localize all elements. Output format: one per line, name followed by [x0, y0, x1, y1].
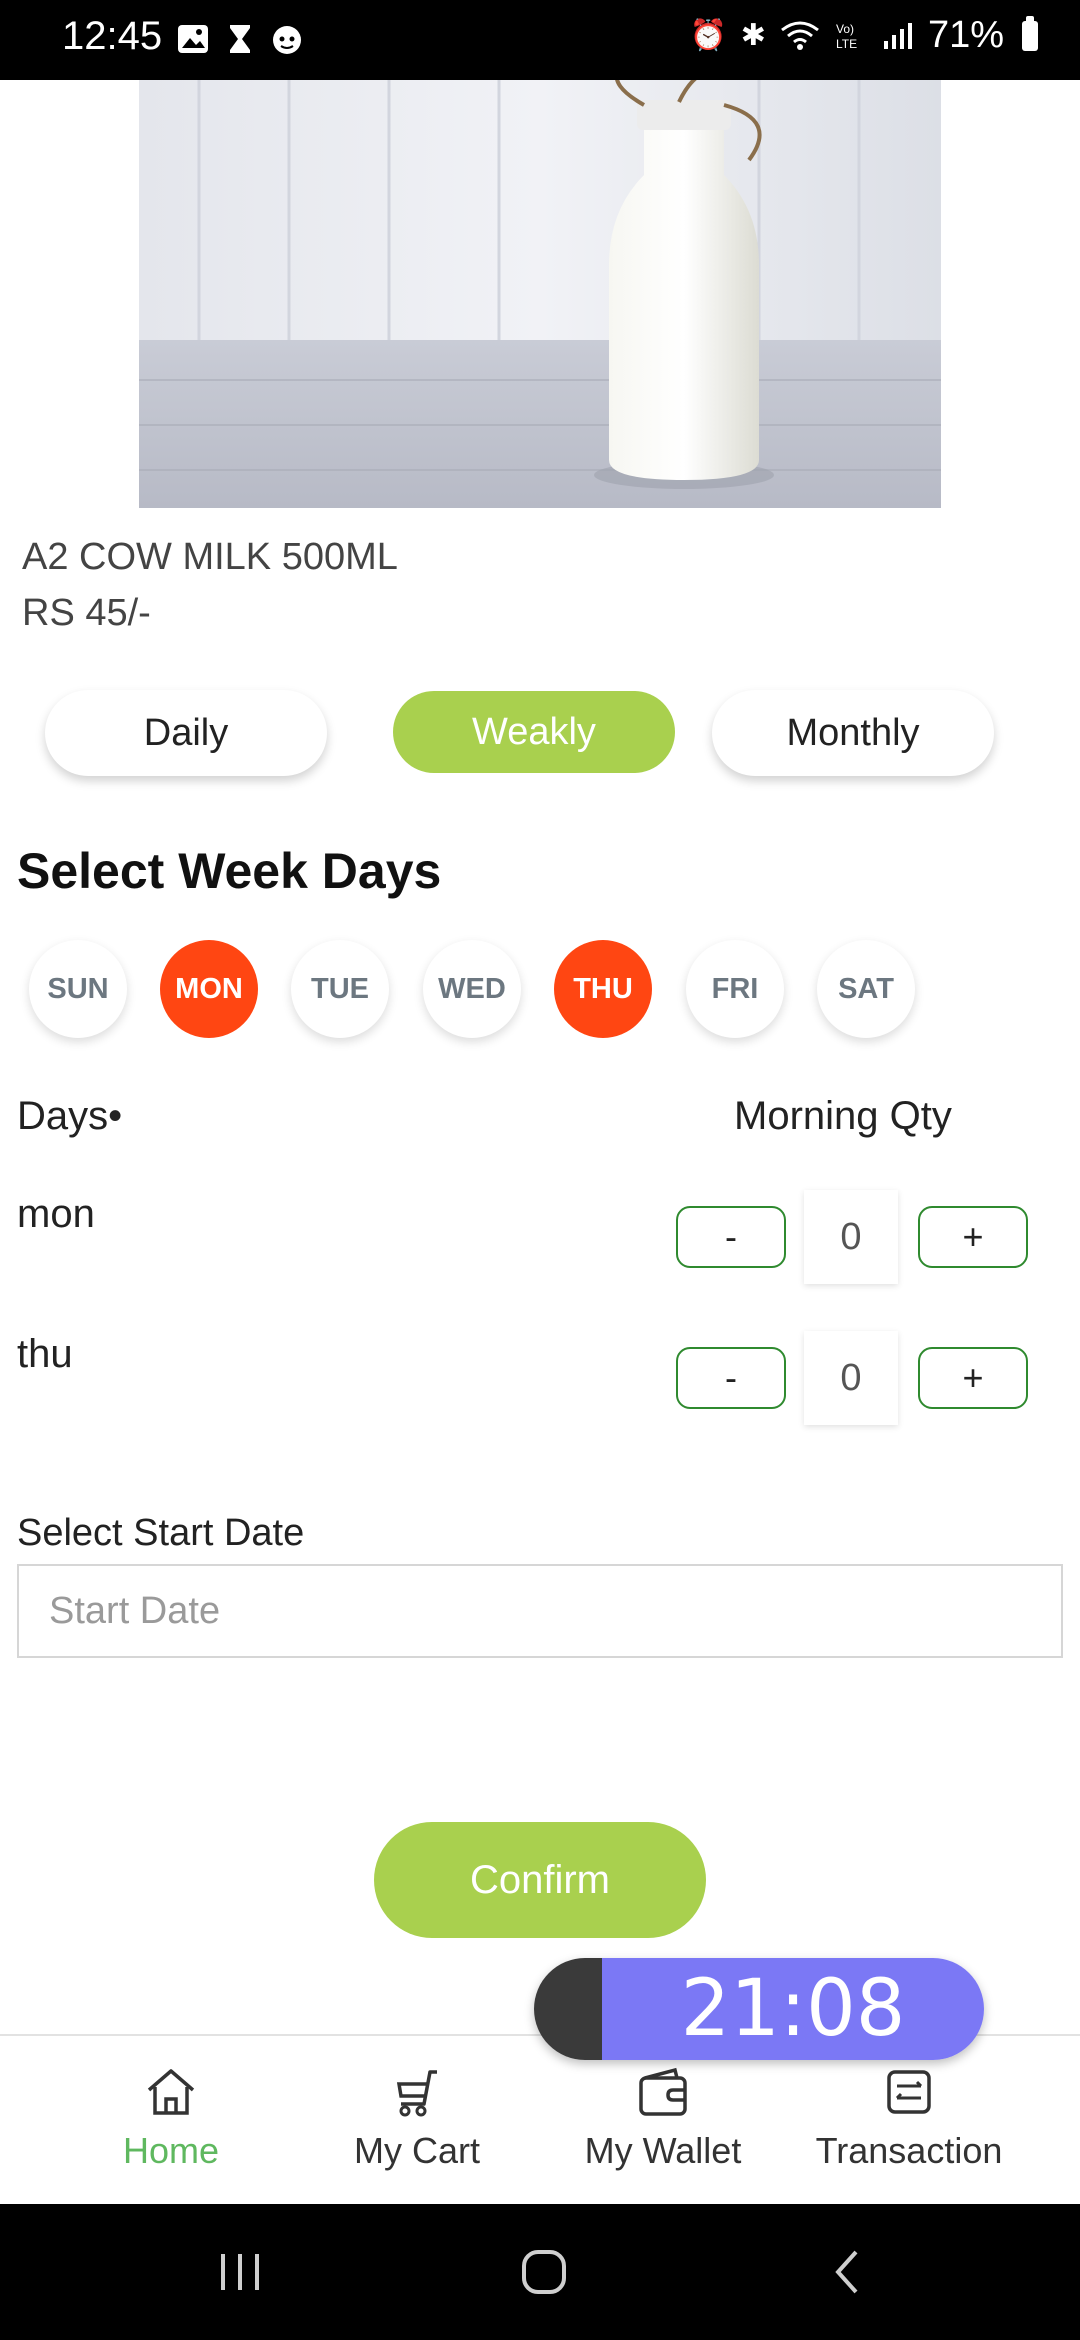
frequency-daily-button[interactable]: Daily: [45, 690, 327, 776]
recents-button[interactable]: [170, 2204, 310, 2340]
volte-icon: Vo)LTE: [836, 22, 857, 51]
day-wed-button[interactable]: WED: [423, 940, 521, 1038]
svg-text:Vo): Vo): [836, 22, 854, 36]
signal-icon: [883, 22, 912, 49]
increment-button[interactable]: +: [918, 1347, 1028, 1409]
start-date-input[interactable]: [17, 1564, 1063, 1658]
frequency-weekly-button[interactable]: Weakly: [393, 691, 675, 773]
hourglass-icon: [230, 25, 250, 53]
nav-label: My Wallet: [584, 2130, 742, 2171]
frequency-monthly-button[interactable]: Monthly: [712, 690, 994, 776]
row-day-label: mon: [17, 1192, 95, 1236]
status-right: ⏰ ✱ Vo) LTE 71%: [689, 14, 1038, 57]
start-date-label: Select Start Date: [17, 1512, 305, 1554]
nav-label: My Cart: [354, 2130, 480, 2171]
row-day-label: thu: [17, 1332, 73, 1376]
morning-qty-column-header: Morning Qty: [734, 1094, 952, 1138]
product-image: [139, 80, 941, 508]
day-thu-button[interactable]: THU: [554, 940, 652, 1038]
day-sun-button[interactable]: SUN: [29, 940, 127, 1038]
increment-button[interactable]: +: [918, 1206, 1028, 1268]
days-column-header: Days•: [17, 1094, 123, 1138]
recents-icon: [221, 2254, 259, 2290]
bluetooth-icon: ✱: [740, 19, 766, 52]
day-mon-button[interactable]: MON: [160, 940, 258, 1038]
system-nav-bar: [0, 2204, 1080, 2340]
floating-timer[interactable]: 21:08: [534, 1958, 984, 2060]
nav-label: Home: [122, 2130, 220, 2171]
nav-transaction[interactable]: Transaction: [774, 2036, 1044, 2206]
battery-percent: 71%: [927, 14, 1004, 56]
nav-label: Transaction: [815, 2130, 1003, 2171]
decrement-button[interactable]: -: [676, 1206, 786, 1268]
product-price: RS 45/-: [22, 592, 151, 634]
decrement-button[interactable]: -: [676, 1347, 786, 1409]
status-bar: 12:45 ⏰ ✱ Vo) LTE 71%: [0, 0, 1080, 80]
battery-icon: [1022, 15, 1038, 51]
quantity-value[interactable]: 0: [804, 1331, 898, 1425]
product-name: A2 COW MILK 500ML: [22, 536, 398, 578]
nav-home[interactable]: Home: [36, 2036, 306, 2206]
day-fri-button[interactable]: FRI: [686, 940, 784, 1038]
transaction-icon: [887, 2070, 931, 2114]
back-button[interactable]: [778, 2204, 918, 2340]
wallet-icon: [639, 2067, 687, 2116]
cart-icon: [396, 2070, 437, 2117]
wifi-icon: [781, 21, 819, 50]
day-tue-button[interactable]: TUE: [291, 940, 389, 1038]
alarm-icon: ⏰: [689, 19, 727, 52]
timer-value: 21:08: [602, 1958, 984, 2060]
confirm-button[interactable]: Confirm: [374, 1822, 706, 1938]
image-icon: [178, 25, 208, 53]
week-days-title: Select Week Days: [17, 843, 442, 899]
back-icon: [835, 2250, 858, 2294]
home-system-button[interactable]: [474, 2204, 614, 2340]
status-left-icons: [176, 22, 304, 56]
day-sat-button[interactable]: SAT: [817, 940, 915, 1038]
nav-my-cart[interactable]: My Cart: [282, 2036, 552, 2206]
home-icon: [147, 2069, 195, 2115]
svg-text:LTE: LTE: [836, 37, 857, 51]
quantity-value[interactable]: 0: [804, 1190, 898, 1284]
home-circle-icon: [522, 2250, 566, 2294]
nav-my-wallet[interactable]: My Wallet: [528, 2036, 798, 2206]
status-time: 12:45: [62, 14, 163, 58]
cat-icon: [273, 26, 301, 54]
